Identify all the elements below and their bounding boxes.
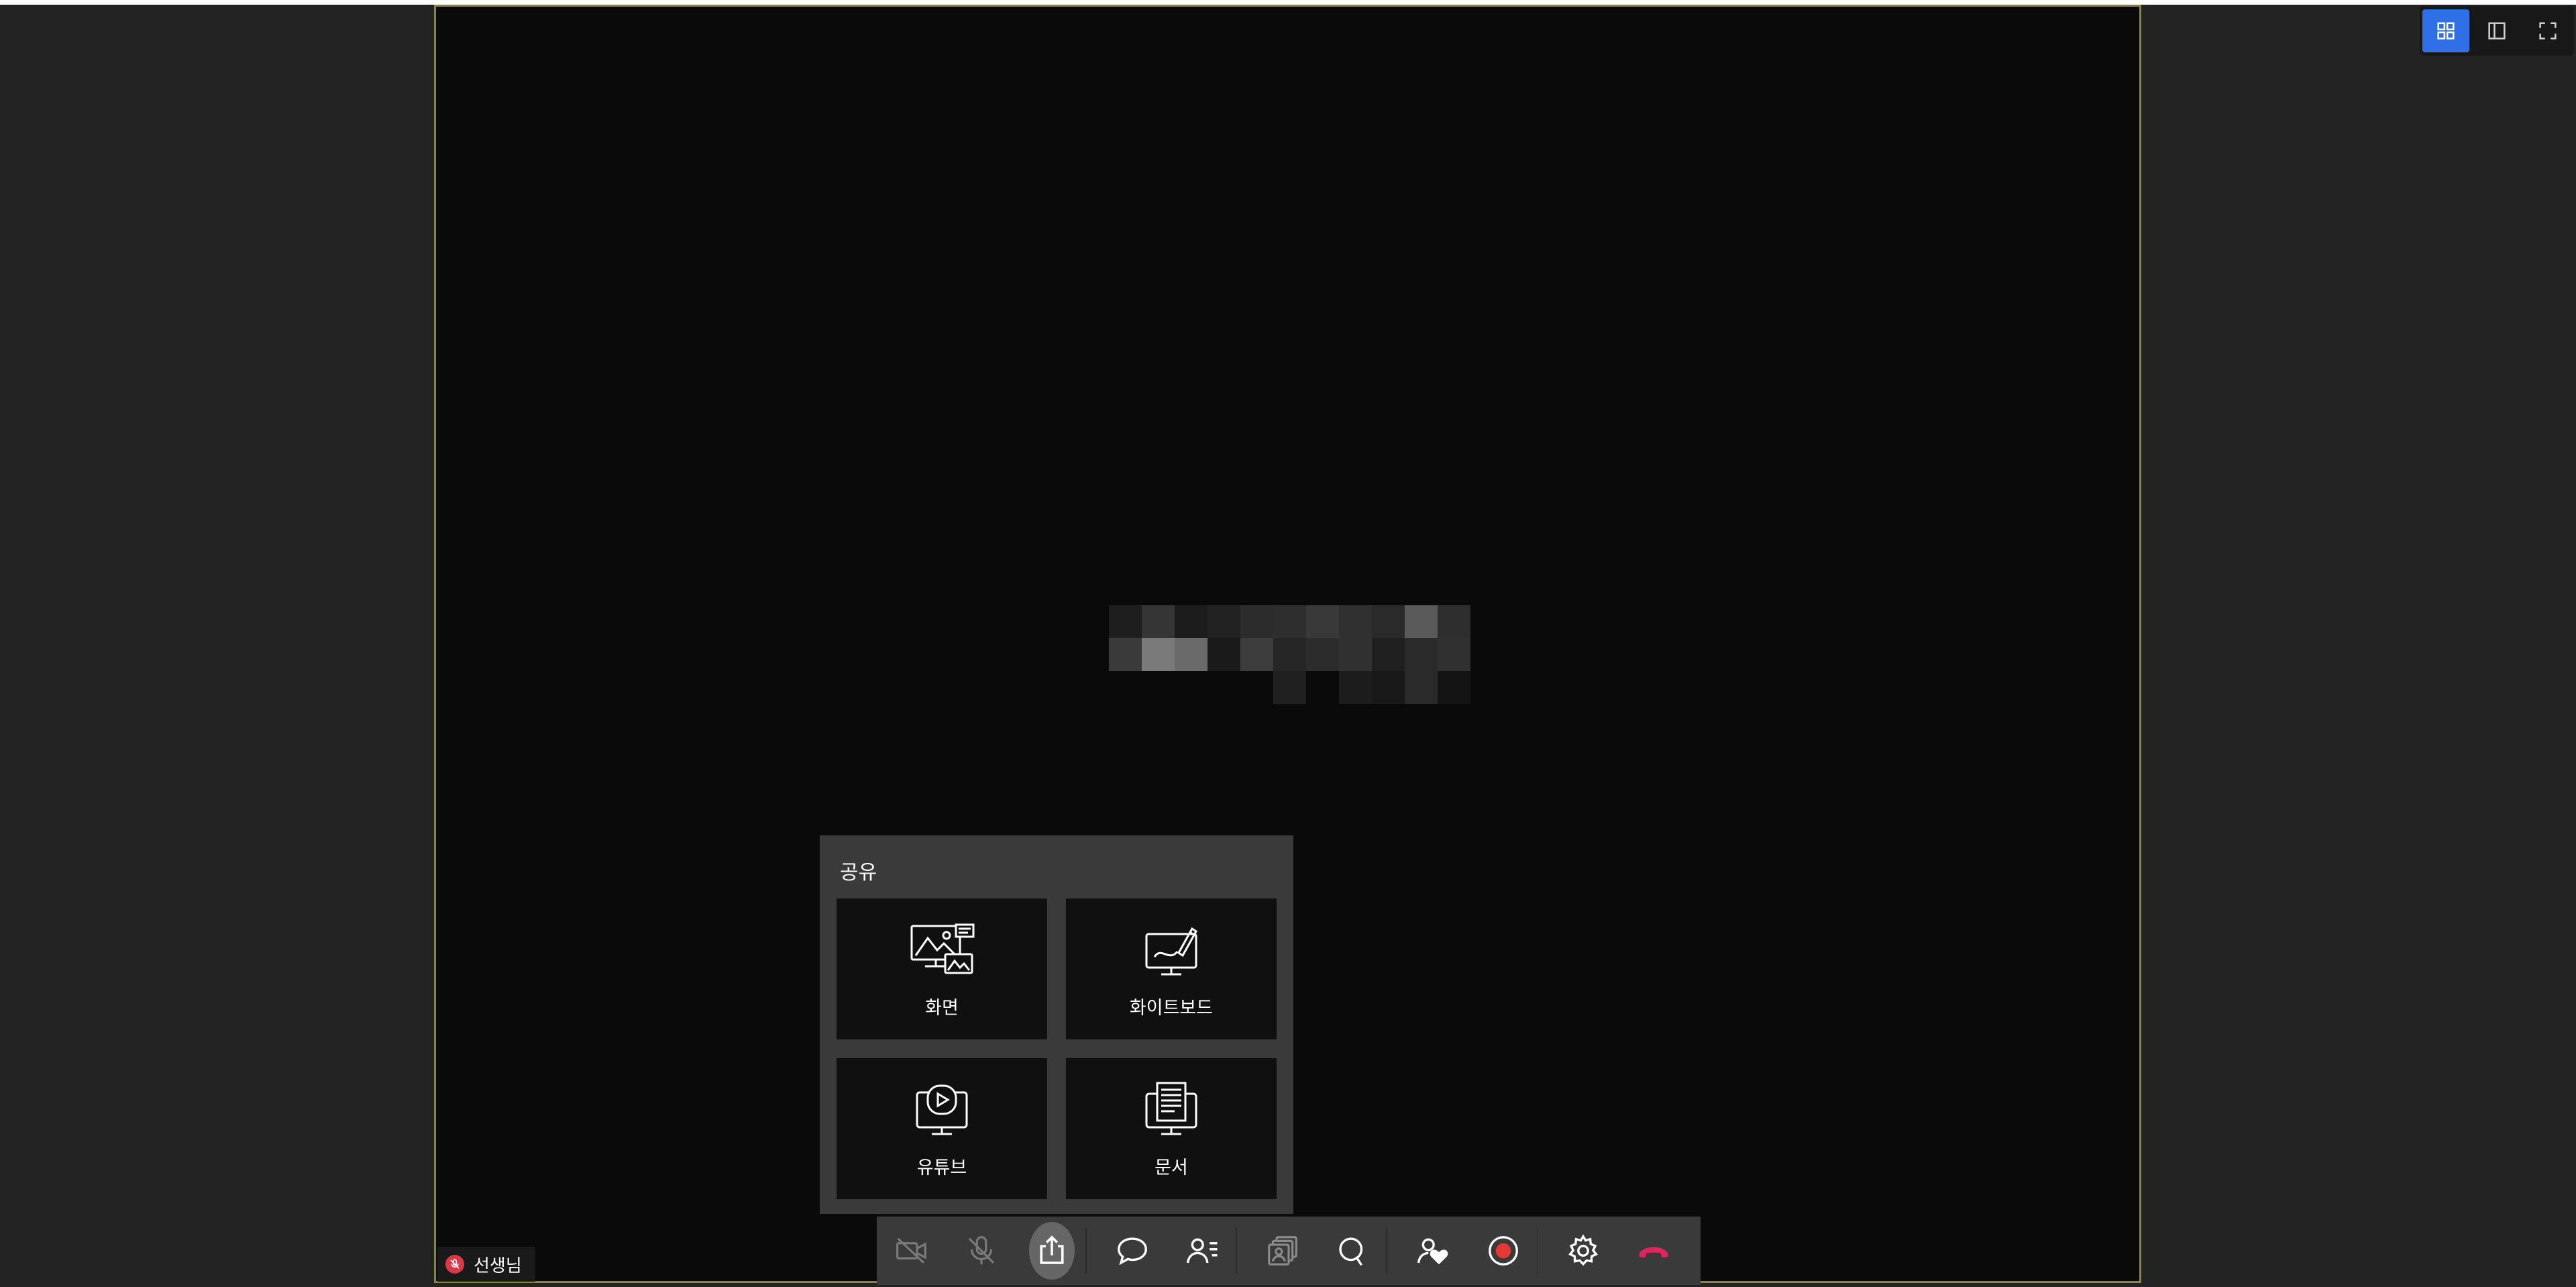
toolbar-separator	[1386, 1227, 1388, 1274]
share-document-label: 문서	[1155, 1157, 1188, 1178]
share-youtube-label: 유튜브	[916, 1157, 967, 1178]
camera-off-icon	[896, 1237, 926, 1264]
gallery-button[interactable]	[1260, 1222, 1305, 1280]
toolbar-separator	[1536, 1227, 1538, 1274]
top-strip	[0, 0, 2576, 5]
participants-button[interactable]	[1179, 1222, 1225, 1280]
mic-off-icon	[450, 1259, 460, 1269]
share-icon	[1040, 1235, 1064, 1264]
share-youtube-button[interactable]: 유튜브	[837, 1058, 1047, 1199]
whiteboard-icon	[1145, 927, 1197, 975]
settings-icon	[1568, 1234, 1599, 1266]
screen-share-icon	[910, 923, 975, 974]
participant-name: 선생님	[474, 1255, 522, 1276]
mic-muted-indicator	[445, 1255, 464, 1274]
sidebar-view-button[interactable]	[2473, 9, 2520, 52]
settings-button[interactable]	[1560, 1222, 1606, 1280]
meeting-toolbar	[877, 1217, 1701, 1285]
sidebar-view-icon	[2488, 22, 2506, 40]
mic-toggle-button[interactable]	[959, 1222, 1004, 1280]
youtube-icon	[916, 1084, 968, 1135]
search-icon	[1339, 1237, 1363, 1266]
grid-view-button[interactable]	[2422, 9, 2469, 52]
fullscreen-button[interactable]	[2524, 9, 2571, 52]
gallery-icon	[1268, 1236, 1297, 1266]
share-whiteboard-button[interactable]: 화이트보드	[1066, 898, 1277, 1039]
blurred-content	[1109, 605, 1470, 704]
grid-view-icon	[2437, 22, 2455, 40]
search-button[interactable]	[1330, 1222, 1375, 1280]
share-panel: 공유 화면 화이트보드 유튜브 문서	[820, 835, 1293, 1214]
chat-icon	[1117, 1237, 1147, 1266]
hangup-button[interactable]	[1631, 1222, 1676, 1280]
toolbar-separator	[1085, 1227, 1087, 1274]
share-button[interactable]	[1028, 1222, 1075, 1280]
record-icon	[1488, 1236, 1518, 1266]
hangup-icon	[1639, 1247, 1668, 1258]
share-whiteboard-label: 화이트보드	[1129, 997, 1214, 1019]
document-icon	[1145, 1082, 1197, 1135]
toolbar-separator	[1236, 1227, 1237, 1274]
hand-heart-icon	[1417, 1238, 1448, 1265]
share-screen-button[interactable]: 화면	[837, 898, 1047, 1039]
view-controls	[2420, 6, 2574, 56]
mic-off-icon	[969, 1236, 995, 1265]
record-button[interactable]	[1480, 1222, 1525, 1280]
participants-icon	[1187, 1238, 1218, 1264]
camera-toggle-button[interactable]	[889, 1222, 934, 1280]
chat-button[interactable]	[1110, 1222, 1155, 1280]
share-panel-title: 공유	[840, 861, 877, 884]
fullscreen-icon	[2539, 22, 2557, 40]
reaction-button[interactable]	[1410, 1222, 1456, 1280]
share-options: 화면 화이트보드 유튜브 문서	[837, 898, 1277, 1199]
share-screen-label: 화면	[925, 997, 959, 1019]
participant-label: 선생님	[437, 1247, 535, 1282]
share-document-button[interactable]: 문서	[1066, 1058, 1277, 1199]
